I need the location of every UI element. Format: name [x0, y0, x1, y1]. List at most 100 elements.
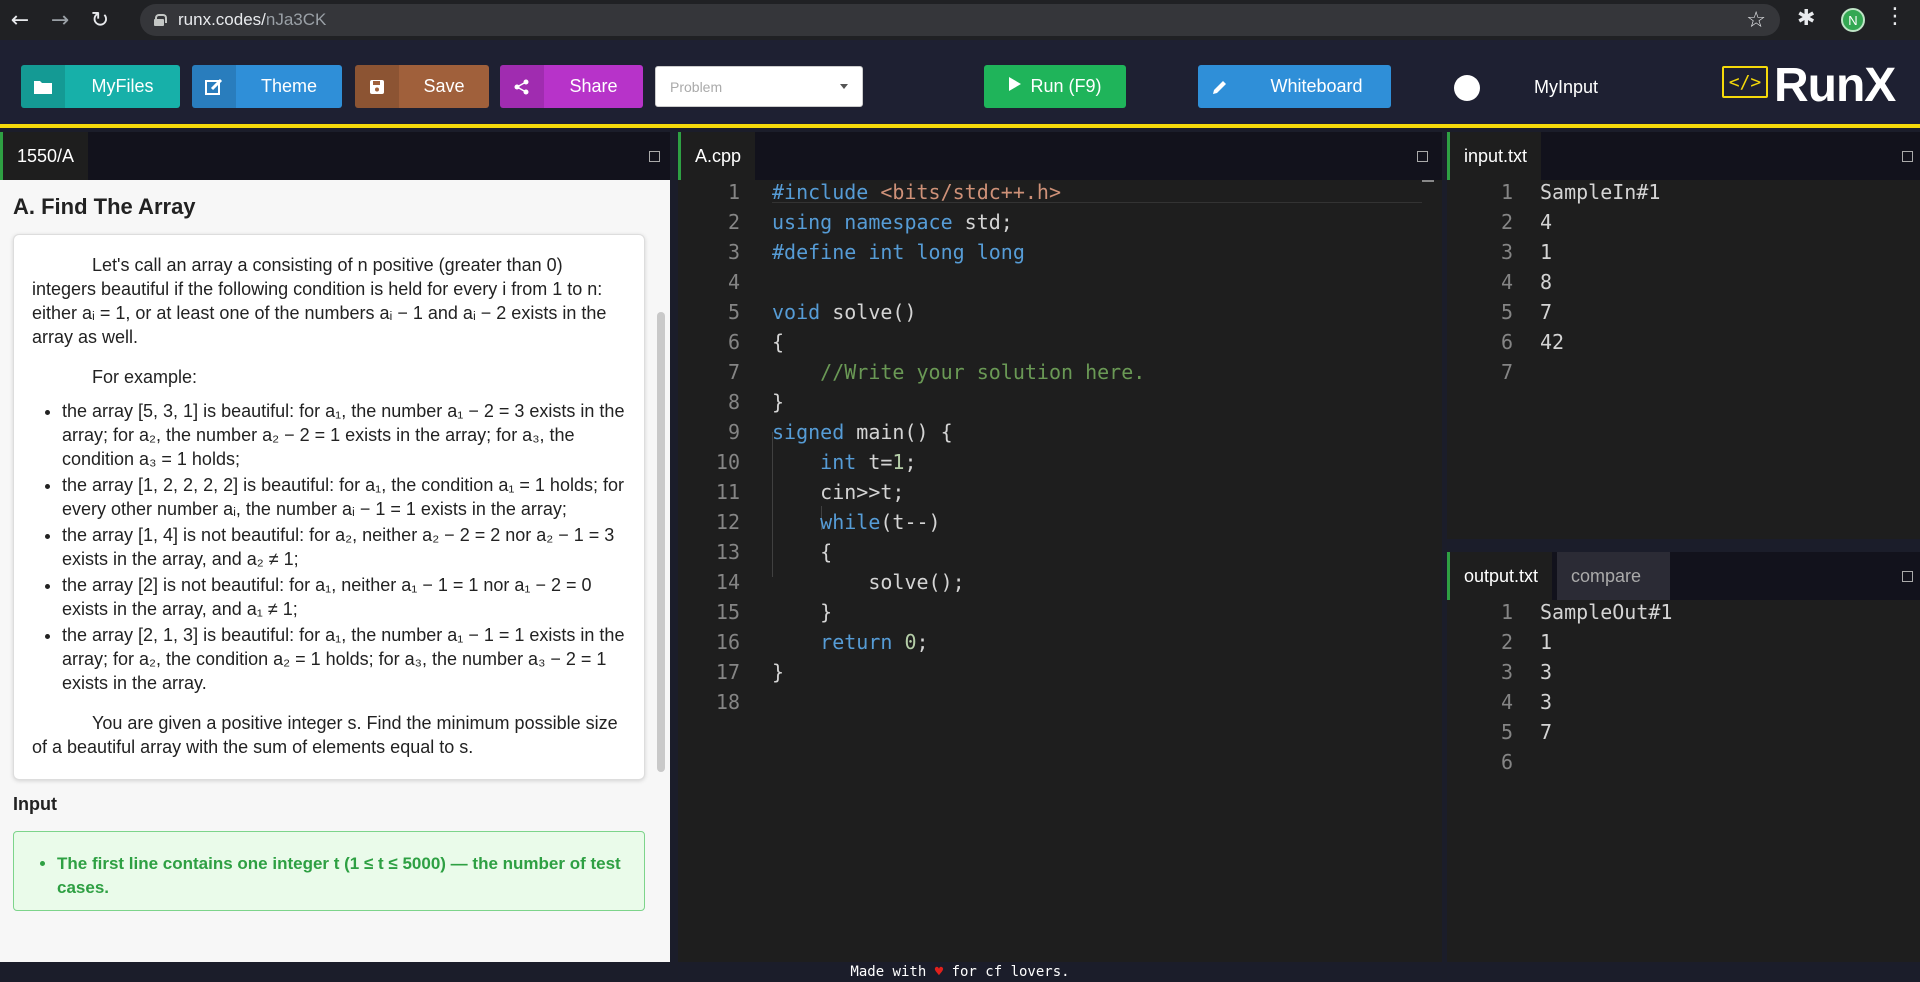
problem-select[interactable]: Problem — [655, 66, 863, 107]
maximize-icon[interactable] — [1902, 571, 1913, 582]
tab-output-txt[interactable]: output.txt — [1447, 552, 1553, 600]
myinput-toggle[interactable] — [1454, 75, 1480, 101]
tab-a-cpp[interactable]: A.cpp — [678, 132, 756, 180]
line-number: 13 — [715, 540, 740, 564]
line-number: 4 — [727, 270, 740, 294]
back-arrow-icon[interactable]: ← — [0, 0, 40, 40]
tab-problem[interactable]: 1550/A — [0, 132, 89, 180]
line-number: 4 — [1500, 690, 1513, 714]
line-number: 3 — [727, 240, 740, 264]
line-number: 18 — [715, 690, 740, 714]
line-number: 3 — [1500, 660, 1513, 684]
maximize-icon[interactable] — [649, 151, 660, 162]
browser-toolbar: ← → ↻ runx.codes/nJa3CK ☆ ✱ N ⋮ — [0, 0, 1920, 40]
forward-arrow-icon[interactable]: → — [40, 0, 80, 40]
statement-card: Let's call an array a consisting of n po… — [13, 234, 645, 780]
run-label: Run (F9) — [1030, 76, 1102, 96]
line-number: 16 — [715, 630, 740, 654]
line-number: 1 — [1500, 600, 1513, 624]
heart-icon: ♥ — [934, 964, 944, 980]
line-number: 2 — [1500, 630, 1513, 654]
code-line: 8 — [1540, 270, 1553, 294]
tab-input-txt[interactable]: input.txt — [1447, 132, 1542, 180]
input-editor[interactable]: 1 2 3 4 5 6 7 SampleIn#1 4 1 8 7 42 — [1447, 180, 1920, 539]
code-line: //Write your solution here. — [820, 360, 1146, 384]
code-line: #define int long long — [772, 240, 1025, 264]
list-item: the array [1, 2, 2, 2, 2] is beautiful: … — [62, 473, 626, 521]
line-number: 6 — [1500, 330, 1513, 354]
code-line: { — [772, 540, 833, 564]
chevron-down-icon — [840, 84, 848, 89]
code-line: 3 — [1540, 690, 1553, 714]
maximize-icon[interactable] — [1902, 151, 1913, 162]
run-button[interactable]: Run (F9) — [984, 65, 1126, 108]
example-list: the array [5, 3, 1] is beautiful: for a₁… — [62, 399, 626, 695]
share-button[interactable]: Share — [500, 65, 643, 108]
footer: Made with ♥ for cf lovers. — [0, 962, 1920, 982]
extensions-icon[interactable]: ✱ — [1797, 6, 1815, 31]
bookmark-star-icon[interactable]: ☆ — [1746, 8, 1766, 33]
input-heading: Input — [13, 794, 57, 814]
example-label: For example: — [92, 367, 198, 387]
lock-icon — [154, 14, 167, 26]
code-line: using namespace std; — [772, 210, 1013, 234]
code-line: while(t--) — [820, 510, 941, 534]
line-number: 6 — [1500, 750, 1513, 774]
input-panel: input.txt 1 2 3 4 5 6 7 SampleIn#1 4 1 8 7 42 — [1447, 132, 1920, 539]
code-line: 7 — [1540, 720, 1553, 744]
code-line: cin>>t; — [772, 480, 905, 504]
theme-label: Theme — [260, 76, 318, 96]
line-number: 5 — [1500, 720, 1513, 744]
reload-icon[interactable]: ↻ — [80, 0, 120, 40]
code-line: 7 — [1540, 300, 1553, 324]
line-number: 1 — [727, 180, 740, 204]
statement-scrollbar[interactable] — [657, 312, 665, 772]
problem-tabbar: 1550/A — [0, 132, 670, 180]
code-line: signed main() { — [772, 420, 953, 444]
list-item: the array [1, 4] is not beautiful: for a… — [62, 523, 626, 571]
myfiles-button[interactable]: MyFiles — [21, 65, 180, 108]
line-number: 8 — [727, 390, 740, 414]
output-editor[interactable]: 1 2 3 4 5 6 SampleOut#1 1 3 3 7 — [1447, 600, 1920, 962]
whiteboard-button[interactable]: Whiteboard — [1198, 65, 1391, 108]
input-tabbar: input.txt — [1447, 132, 1920, 180]
code-line: SampleOut#1 — [1540, 600, 1673, 624]
browser-menu-icon[interactable]: ⋮ — [1884, 4, 1906, 29]
line-number: 14 — [715, 570, 740, 594]
play-icon — [1008, 76, 1022, 97]
code-line: int t=1; — [820, 450, 917, 474]
editor-tabbar: A.cpp — [678, 132, 1442, 180]
save-button[interactable]: Save — [355, 65, 489, 108]
line-number: 15 — [715, 600, 740, 624]
whiteboard-label: Whiteboard — [1270, 76, 1363, 96]
line-number: 7 — [727, 360, 740, 384]
line-number: 6 — [727, 330, 740, 354]
line-number: 3 — [1500, 240, 1513, 264]
code-line: { — [772, 330, 785, 354]
profile-avatar[interactable]: N — [1841, 8, 1865, 32]
line-number: 12 — [715, 510, 740, 534]
maximize-icon[interactable] — [1417, 151, 1428, 162]
floppy-disk-icon — [355, 65, 399, 108]
code-editor[interactable]: 1 2 3 4 5 6 7 8 9 10 11 12 13 14 15 16 17 18 #include <bit… — [678, 180, 1442, 962]
problem-placeholder: Problem — [670, 78, 723, 95]
list-item: the array [5, 3, 1] is beautiful: for a₁… — [62, 399, 626, 471]
code-line: 1 — [1540, 240, 1553, 264]
code-line: SampleIn#1 — [1540, 180, 1661, 204]
code-line: #include <bits/stdc++.h> — [772, 180, 1061, 204]
theme-button[interactable]: Theme — [192, 65, 342, 108]
statement-task: You are given a positive integer s. Find… — [32, 713, 618, 757]
list-item: the array [2, 1, 3] is beautiful: for a₁… — [62, 623, 626, 695]
line-number: 1 — [1500, 180, 1513, 204]
scroll-marker — [1422, 180, 1434, 182]
share-icon — [500, 65, 544, 108]
address-bar[interactable]: runx.codes/nJa3CK ☆ — [140, 4, 1780, 36]
line-number: 10 — [715, 450, 740, 474]
save-label: Save — [423, 76, 465, 96]
line-number: 2 — [1500, 210, 1513, 234]
tab-compare[interactable]: compare — [1557, 552, 1670, 600]
code-line: 3 — [1540, 660, 1553, 684]
code-line: return 0; — [820, 630, 929, 654]
myinput-label: MyInput — [1534, 77, 1599, 97]
editor-panel: A.cpp 1 2 3 4 5 6 7 8 9 10 11 12 13 14 15 16 17 18 #includ… — [678, 132, 1442, 962]
